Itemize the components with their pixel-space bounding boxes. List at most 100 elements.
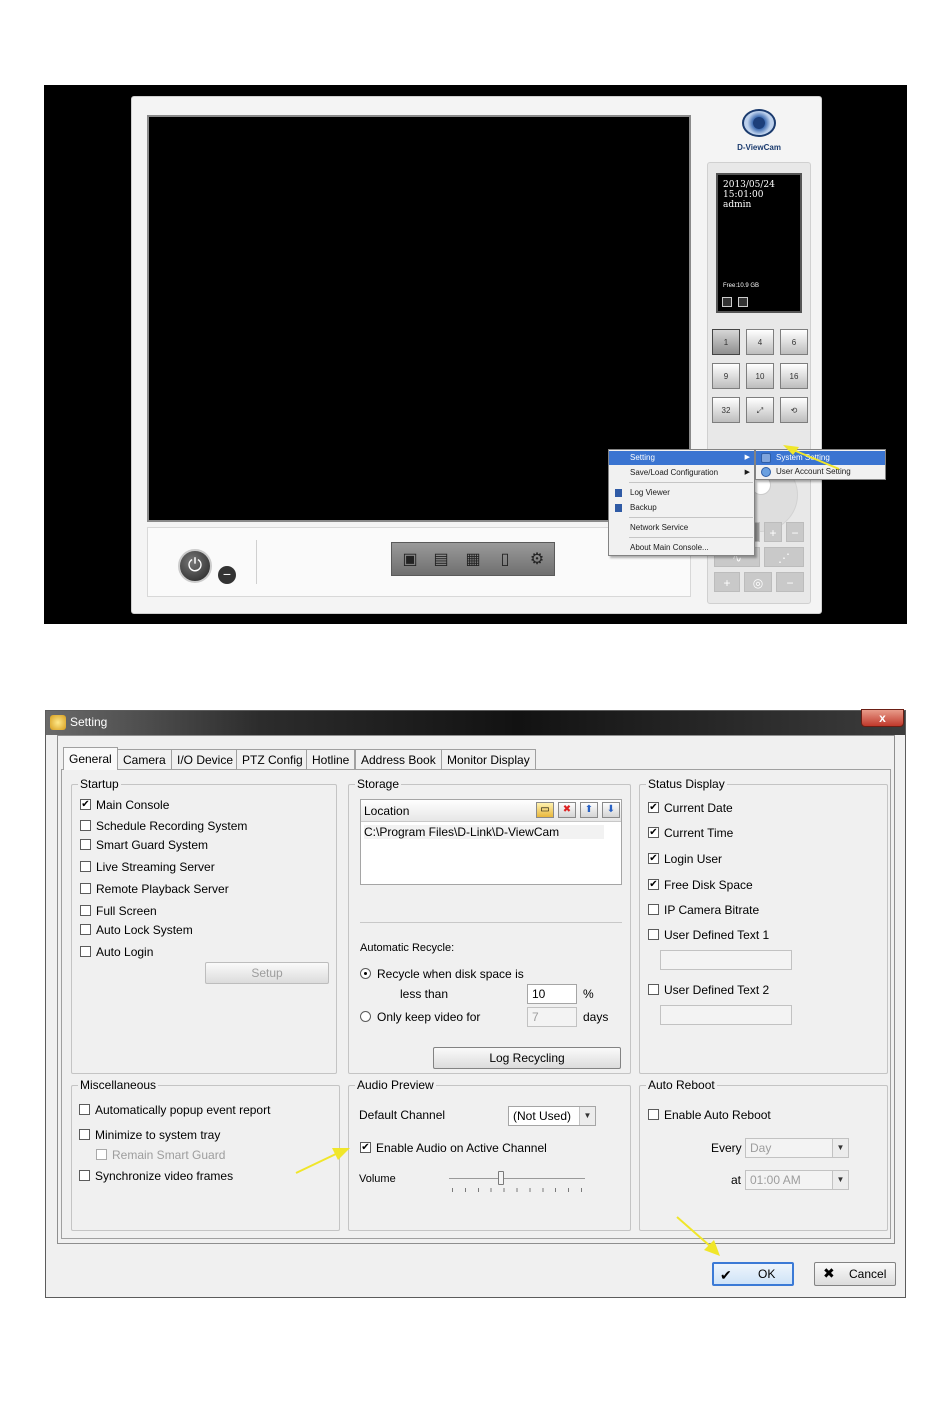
percent-unit: % (583, 987, 594, 1001)
location-column-header: Location (364, 804, 410, 818)
full-screen-checkbox[interactable] (80, 905, 91, 916)
only-keep-radio[interactable] (360, 1011, 371, 1022)
backup-icon (615, 504, 622, 512)
zoom-out-icon[interactable]: − (786, 522, 804, 542)
folder-open-icon[interactable]: ▭ (536, 802, 554, 818)
log-recycling-button[interactable]: Log Recycling (433, 1047, 621, 1069)
auto-login-checkbox[interactable] (80, 946, 91, 957)
tab-camera[interactable]: Camera (117, 749, 172, 769)
close-icon[interactable]: x (861, 709, 904, 727)
setup-button[interactable]: Setup (205, 962, 329, 984)
checkbox-label: Remote Playback Server (96, 882, 229, 896)
schedule-recording-checkbox[interactable] (80, 820, 91, 831)
layout-4-button[interactable]: 4 (746, 329, 774, 355)
user-defined-text-1-checkbox[interactable] (648, 929, 659, 940)
menu-item-save-load-configuration[interactable]: Save/Load Configuration ▶ (609, 466, 754, 480)
layout-6-button[interactable]: 6 (780, 329, 808, 355)
auto-lock-checkbox[interactable] (80, 924, 91, 935)
info-free-space: Free:10.9 GB (723, 283, 760, 289)
layout-10-button[interactable]: 10 (746, 363, 774, 389)
minimize-button[interactable]: − (218, 566, 236, 584)
remote-playback-checkbox[interactable] (80, 883, 91, 894)
user-defined-text-2-input[interactable] (660, 1005, 792, 1025)
tab-ptz-config[interactable]: PTZ Config (236, 749, 309, 769)
setting-dialog: Setting x General Camera I/O Device PTZ … (45, 709, 906, 1298)
layout-32-button[interactable]: 32 (712, 397, 740, 423)
auto-focus-icon[interactable]: ◎ (744, 572, 772, 592)
layout-9-button[interactable]: 9 (712, 363, 740, 389)
power-icon[interactable]: ⏻ (178, 549, 212, 583)
smart-guard-checkbox[interactable] (80, 839, 91, 850)
minimize-to-tray-checkbox[interactable] (79, 1129, 90, 1140)
cancel-button[interactable]: ✖ Cancel (814, 1262, 896, 1286)
rotate-icon[interactable]: ⟲ (780, 397, 808, 423)
arrow-down-icon[interactable]: ⬇ (602, 802, 620, 818)
tab-monitor-display[interactable]: Monitor Display (441, 749, 536, 769)
layout-16-button[interactable]: 16 (780, 363, 808, 389)
default-channel-select[interactable]: (Not Used) ▼ (508, 1106, 596, 1126)
status-icon (722, 297, 732, 307)
days-input[interactable]: 7 (527, 1007, 577, 1027)
menu-item-log-viewer[interactable]: Log Viewer (609, 486, 754, 500)
ok-button[interactable]: ✔ OK (712, 1262, 794, 1286)
clapperboard-icon[interactable]: ▤ (430, 549, 452, 571)
general-tab-page: Startup ✔ Main Console Schedule Recordin… (61, 769, 891, 1239)
free-disk-space-checkbox[interactable]: ✔ (648, 879, 659, 890)
checkbox-label: Current Time (664, 826, 734, 840)
menu-item-about[interactable]: About Main Console... (609, 541, 754, 555)
pointer-arrow-icon (676, 1216, 720, 1256)
tab-address-book[interactable]: Address Book (355, 749, 442, 769)
menu-item-backup[interactable]: Backup (609, 501, 754, 515)
focus-far-icon[interactable]: − (776, 572, 804, 592)
zoom-in-icon[interactable]: + (764, 522, 782, 542)
live-streaming-checkbox[interactable] (80, 861, 91, 872)
slider-thumb[interactable] (498, 1171, 504, 1185)
tab-io-device[interactable]: I/O Device (171, 749, 240, 769)
preset-path-icon[interactable]: ⋰ (764, 547, 804, 567)
group-label: Auto Reboot (646, 1078, 717, 1092)
schedule-icon[interactable]: ▦ (462, 549, 484, 571)
checkmark-icon: ✔ (720, 1267, 732, 1283)
list-item[interactable]: C:\Program Files\D-Link\D-ViewCam (364, 825, 604, 839)
tab-general[interactable]: General (63, 747, 118, 770)
remain-smart-guard-checkbox[interactable] (96, 1149, 107, 1160)
menu-item-network-service[interactable]: Network Service (609, 521, 754, 535)
submenu-arrow-icon: ▶ (744, 454, 750, 461)
fullscreen-icon[interactable]: ⤢ (746, 397, 774, 423)
current-date-checkbox[interactable]: ✔ (648, 802, 659, 813)
ip-camera-bitrate-checkbox[interactable] (648, 904, 659, 915)
checkbox-label: IP Camera Bitrate (664, 903, 760, 917)
enable-audio-checkbox[interactable]: ✔ (360, 1142, 371, 1153)
user-defined-text-2-checkbox[interactable] (648, 984, 659, 995)
menu-item-setting[interactable]: Setting ▶ (609, 451, 754, 465)
storage-location-list[interactable]: Location ▭ ✖ ⬆ ⬇ C:\Program Files\D-Link… (360, 799, 622, 885)
select-value: 01:00 AM (750, 1173, 801, 1187)
group-label: Audio Preview (355, 1078, 436, 1092)
record-playback-icon[interactable]: ▣ (399, 549, 421, 571)
login-user-checkbox[interactable]: ✔ (648, 853, 659, 864)
radio-label: Recycle when disk space is (377, 967, 524, 981)
checkbox-label: Enable Auto Reboot (664, 1108, 771, 1122)
popup-event-report-checkbox[interactable] (79, 1104, 90, 1115)
percent-input[interactable]: 10 (527, 984, 577, 1004)
main-console-checkbox[interactable]: ✔ (80, 799, 91, 810)
user-defined-text-1-input[interactable] (660, 950, 792, 970)
checkbox-label: Auto Login (96, 945, 154, 959)
tab-hotline[interactable]: Hotline (306, 749, 356, 769)
current-time-checkbox[interactable]: ✔ (648, 827, 659, 838)
layout-1-button[interactable]: 1 (712, 329, 740, 355)
every-select[interactable]: Day ▼ (745, 1138, 849, 1158)
submenu-arrow-icon: ▶ (744, 469, 750, 476)
divider (360, 922, 622, 923)
arrow-up-icon[interactable]: ⬆ (580, 802, 598, 818)
synchronize-frames-checkbox[interactable] (79, 1170, 90, 1181)
volume-slider[interactable] (449, 1169, 585, 1192)
at-time-select[interactable]: 01:00 AM ▼ (745, 1170, 849, 1190)
enable-auto-reboot-checkbox[interactable] (648, 1109, 659, 1120)
focus-near-icon[interactable]: + (714, 572, 740, 592)
document-icon[interactable]: ▯ (494, 549, 516, 571)
app-icon (50, 715, 66, 730)
delete-icon[interactable]: ✖ (558, 802, 576, 818)
recycle-when-radio[interactable] (360, 968, 371, 979)
gear-icon[interactable]: ⚙ (526, 549, 548, 571)
